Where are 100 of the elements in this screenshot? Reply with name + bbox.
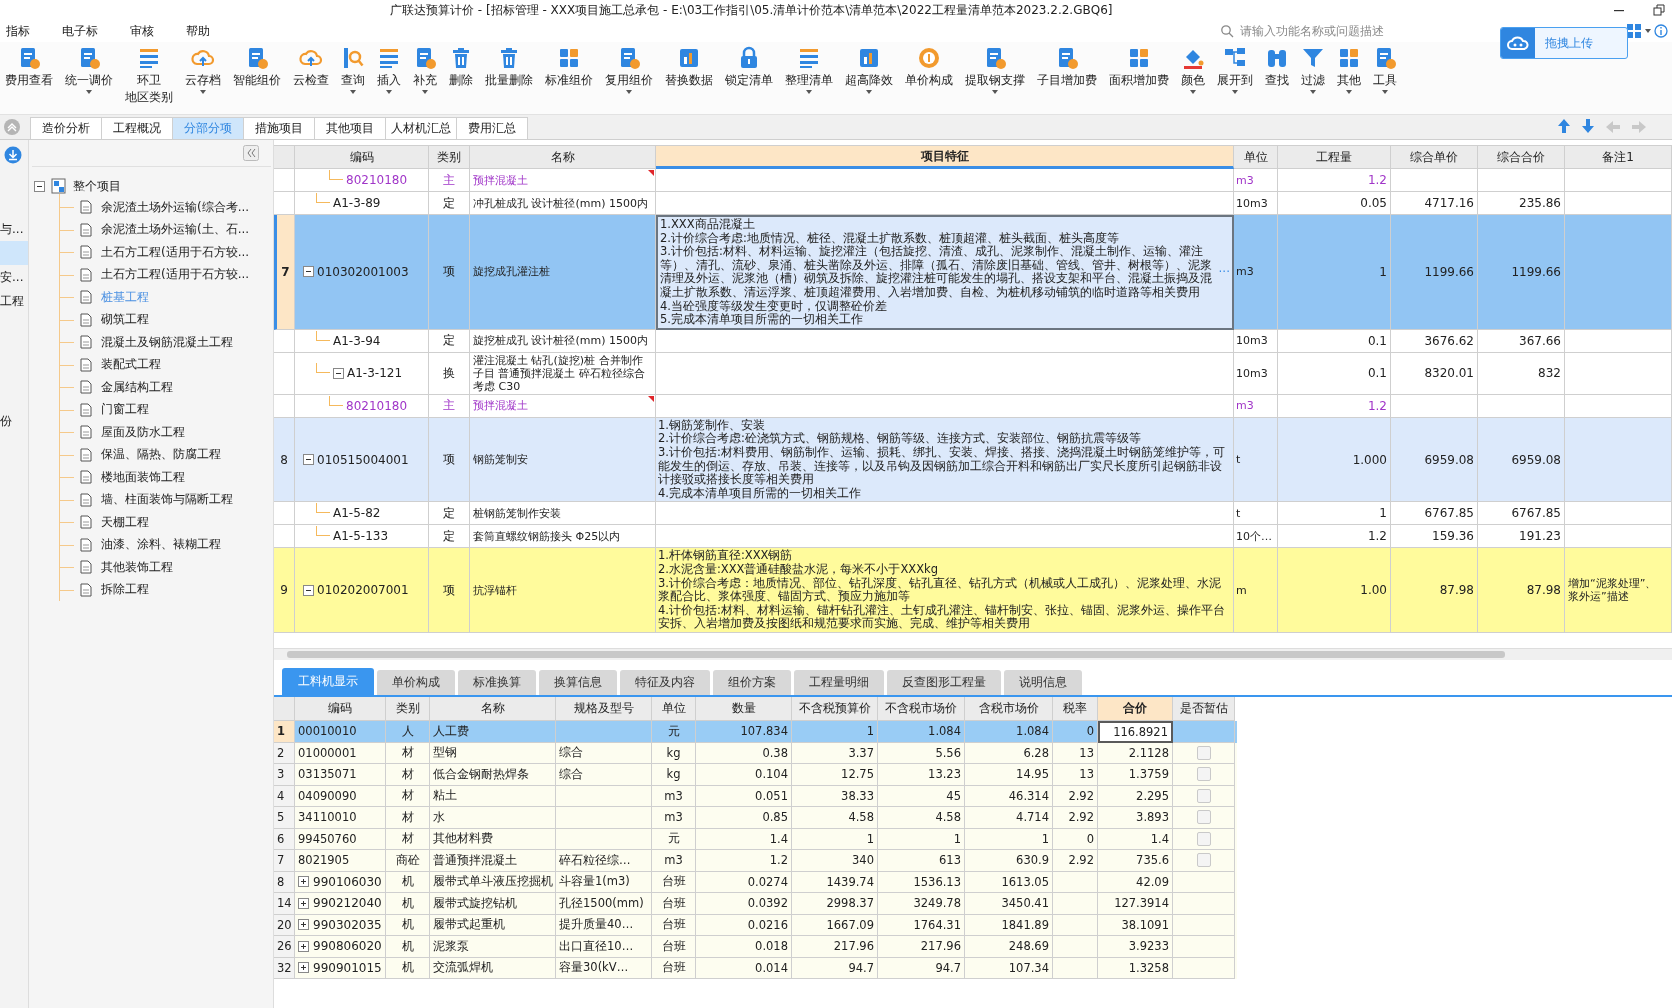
- column-header[interactable]: 编码: [295, 145, 429, 169]
- table-row[interactable]: 80210180 主 预拌混凝土 m3 1.2: [274, 169, 1672, 192]
- expand-icon[interactable]: [298, 940, 309, 952]
- checkbox[interactable]: [1196, 853, 1211, 868]
- table-row[interactable]: [274, 548, 1672, 633]
- expand-icon[interactable]: [298, 919, 309, 931]
- column-header[interactable]: 税率: [1053, 697, 1098, 721]
- tree-item[interactable]: 装配式工程: [101, 356, 161, 374]
- expand-icon[interactable]: [298, 876, 309, 888]
- toolbar-button[interactable]: 单价构成: [902, 46, 956, 87]
- feature-cell[interactable]: 1.杆体钢筋直径:XXX钢筋 2.水泥含量:XXX普通硅酸盐水泥，每米不小于XXXkg 3.计价综合考虑：地质情况、部位、钻孔深度、钻孔直径、钻孔方式（机械或人工成孔）、泥浆处理、水泥浆配合比、浆体强度、锚固方式、预应力施加等 4.计价包括:材料、材料运输、锚杆钻孔灌注、土钉成孔灌注、锚杆制安、张拉、锚固、泥浆外运、操作平台安拆、入岩增加费及按图纸和规范要求而实施、完成、维护等相关费用: [656, 548, 1234, 633]
- tree-item[interactable]: 混凝土及钢筋混凝土工程: [101, 333, 233, 351]
- toolbar-button[interactable]: 查询: [338, 46, 368, 94]
- toolbar-button[interactable]: 展开到: [1214, 46, 1256, 94]
- toolbar-button[interactable]: 标准组价: [542, 46, 596, 87]
- table-row[interactable]: [274, 215, 1672, 330]
- menu-item[interactable]: 审核: [126, 22, 158, 40]
- toolbar-button[interactable]: 统一调价: [62, 46, 116, 94]
- expand-icon[interactable]: [298, 897, 309, 909]
- column-header[interactable]: 单位: [652, 697, 696, 721]
- tree-item[interactable]: 墙、柱面装饰与隔断工程: [101, 491, 233, 509]
- checkbox[interactable]: [1196, 831, 1211, 846]
- tree-item[interactable]: 拆除工程: [101, 581, 149, 599]
- checkbox[interactable]: [1196, 810, 1211, 825]
- tab[interactable]: 费用汇总: [456, 117, 528, 139]
- tab[interactable]: 特征及内容: [620, 670, 710, 695]
- column-header[interactable]: 工程量: [1278, 145, 1391, 169]
- table-row[interactable]: 4 04090090 材 粘土 m3 0.051 38.33 45 46.314 2.92 2.295: [274, 785, 1237, 807]
- toolbar-button[interactable]: 查找: [1262, 46, 1292, 87]
- list-item[interactable]: 安...: [0, 265, 28, 289]
- table-row[interactable]: A1-5-133 定 套筒直螺纹钢筋接头 Φ25以内 10个… 1.2 159.36 191.23: [274, 525, 1672, 549]
- table-row[interactable]: 80210180 主 预拌混凝土 m3 1.2: [274, 394, 1672, 418]
- arrow-down-icon[interactable]: [1581, 118, 1595, 134]
- tab[interactable]: 造价分析: [30, 117, 102, 139]
- checkbox[interactable]: [1196, 788, 1211, 803]
- collapse-icon[interactable]: [333, 367, 344, 379]
- table-row[interactable]: [274, 417, 1672, 503]
- arrow-up-icon[interactable]: [1557, 118, 1571, 134]
- toolbar-button[interactable]: 智能组价: [230, 46, 284, 87]
- toolbar-button[interactable]: 其他: [1334, 46, 1364, 94]
- download-icon[interactable]: [4, 146, 22, 164]
- menu-item[interactable]: 电子标: [58, 22, 102, 40]
- tab[interactable]: 说明信息: [1004, 670, 1082, 695]
- toolbar-button[interactable]: 面积增加费: [1106, 46, 1172, 87]
- collapse-icon[interactable]: [303, 266, 314, 278]
- toolbar-button[interactable]: 云检查: [290, 46, 332, 87]
- toolbar-button[interactable]: 云存档: [182, 46, 224, 94]
- table-row[interactable]: 26 990806020 机 泥浆泵 出口直径10… 台班 0.018 217.96 217.96 248.69 3.9233: [274, 936, 1237, 958]
- column-header[interactable]: 名称: [470, 145, 656, 169]
- toolbar-button[interactable]: 提取钢支撑: [962, 46, 1028, 94]
- tree-item[interactable]: 门窗工程: [101, 401, 149, 419]
- column-header[interactable]: 名称: [430, 697, 556, 721]
- collapse-icon[interactable]: [303, 584, 314, 596]
- toolbar-button[interactable]: 批量删除: [482, 46, 536, 87]
- table-row[interactable]: 14 990212040 机 履带式旋挖钻机 孔径1500(mm) 台班 0.0392 2998.37 3249.78 3450.41 127.3914: [274, 893, 1237, 915]
- menu-item[interactable]: 帮助: [182, 22, 214, 40]
- tree-item[interactable]: 砌筑工程: [101, 311, 149, 329]
- tree-item[interactable]: 整个项目: [73, 177, 121, 195]
- checkbox[interactable]: [1196, 745, 1211, 760]
- column-header[interactable]: 不含税市场价: [878, 697, 965, 721]
- column-header[interactable]: 含税市场价: [965, 697, 1053, 721]
- toolbar-button[interactable]: 超高降效: [842, 46, 896, 94]
- tab[interactable]: 单价构成: [377, 670, 455, 695]
- tree-item[interactable]: 土石方工程(适用于石方较...: [101, 266, 250, 284]
- column-header[interactable]: 是否暂估: [1173, 697, 1235, 721]
- table-row[interactable]: 5 34110010 材 水 m3 0.85 4.58 4.58 4.714 2.92 3.893: [274, 807, 1237, 829]
- table-row[interactable]: A1-3-94 定 旋挖桩成孔 设计桩径(mm) 1500内 10m3 0.1 3676.62 367.66: [274, 329, 1672, 353]
- restore-icon[interactable]: [1652, 3, 1666, 17]
- info-icon[interactable]: [1654, 24, 1668, 38]
- toolbar-button[interactable]: 费用查看: [2, 46, 56, 87]
- table-row[interactable]: 1 00010010 人 人工费 元 107.834 1 1.084 1.084 0 116.8921: [274, 721, 1237, 743]
- column-header[interactable]: 类别: [429, 145, 470, 169]
- tree-item[interactable]: 楼地面装饰工程: [101, 468, 185, 486]
- dropdown-caret-icon[interactable]: [1645, 29, 1651, 33]
- collapse-icon[interactable]: [34, 180, 45, 192]
- tab[interactable]: 工程量明细: [794, 670, 884, 695]
- table-row[interactable]: 8 990106030 机 履带式单斗液压挖掘机 斗容量1(m3) 台班 0.0274 1439.74 1536.13 1613.05 42.09: [274, 871, 1237, 893]
- search-field[interactable]: 请输入功能名称或问题描述: [1238, 23, 1452, 39]
- column-header[interactable]: 数量: [696, 697, 792, 721]
- collapse-icon[interactable]: [303, 454, 314, 466]
- tree-item[interactable]: 余泥渣土场外运输(土、石...: [101, 221, 250, 239]
- toolbar-button[interactable]: 插入: [374, 46, 404, 94]
- tree-item[interactable]: 土石方工程(适用于石方较...: [101, 243, 250, 261]
- toolbar-button[interactable]: 删除: [446, 46, 476, 87]
- tree-item[interactable]: 保温、隔热、防腐工程: [101, 446, 221, 464]
- column-header[interactable]: 编码: [295, 697, 386, 721]
- toolbar-button[interactable]: 整理清单: [782, 46, 836, 94]
- toolbar-button[interactable]: 子目增加费: [1034, 46, 1100, 87]
- tree-item[interactable]: 其他装饰工程: [101, 558, 173, 576]
- tab[interactable]: 换算信息: [539, 670, 617, 695]
- tree-item[interactable]: 屋面及防水工程: [101, 423, 185, 441]
- table-row[interactable]: 32 990901015 机 交流弧焊机 容量30(kV… 台班 0.014 94.7 94.7 107.34 1.3258: [274, 957, 1237, 979]
- tab[interactable]: 组价方案: [713, 670, 791, 695]
- tab[interactable]: 其他项目: [314, 117, 386, 139]
- toolbar-button[interactable]: 补充: [410, 46, 440, 94]
- toolbar-button[interactable]: 工具: [1370, 46, 1400, 94]
- list-item[interactable]: 与...: [0, 217, 28, 241]
- list-item[interactable]: 份: [0, 409, 28, 433]
- tree-item[interactable]: 金属结构工程: [101, 378, 173, 396]
- column-header[interactable]: 规格及型号: [556, 697, 652, 721]
